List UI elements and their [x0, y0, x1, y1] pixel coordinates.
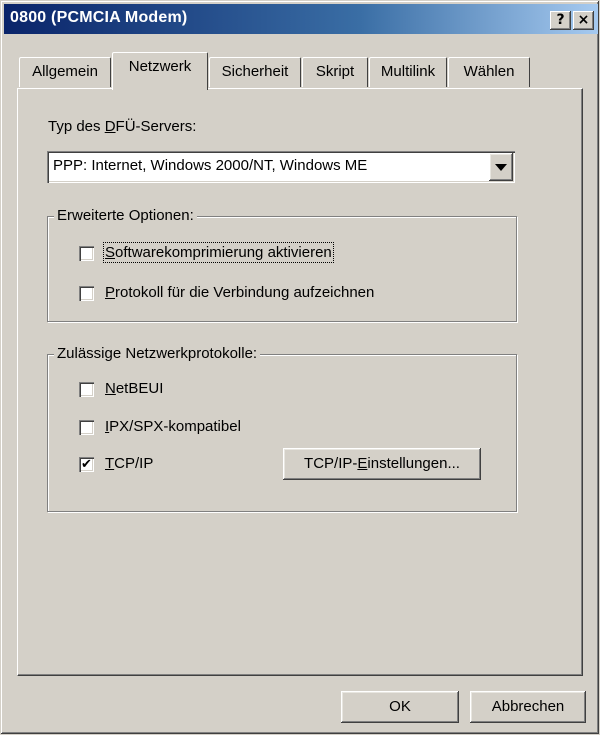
advanced-options-title: Erweiterte Optionen: [54, 207, 197, 224]
tab-netzwerk-label: Netzwerk [128, 58, 192, 75]
server-type-value: PPP: Internet, Windows 2000/NT, Windows … [53, 157, 368, 174]
tab-multilink[interactable]: Multilink [369, 57, 447, 87]
dialog-window: 0800 (PCMCIA Modem) ? × Allgemein Netzwe… [0, 0, 600, 735]
log-protocol-label[interactable]: Protokoll für die Verbindung aufzeichnen [105, 284, 374, 301]
help-button[interactable]: ? [550, 11, 571, 30]
dropdown-button[interactable] [489, 153, 513, 181]
ipx-spx-label[interactable]: IPX/SPX-kompatibel [105, 418, 241, 435]
server-type-label: Typ des DFÜ-Servers: [48, 118, 197, 135]
checkmark-icon: ✔ [81, 457, 92, 472]
ok-button[interactable]: OK [341, 691, 459, 723]
compression-checkbox[interactable] [79, 246, 94, 261]
window-title: 0800 (PCMCIA Modem) [10, 9, 188, 26]
tab-netzwerk[interactable]: Netzwerk [112, 52, 208, 90]
tcpip-settings-button[interactable]: TCP/IP-Einstellungen... [283, 448, 481, 480]
netbeui-label[interactable]: NetBEUI [105, 380, 163, 397]
protocols-title: Zulässige Netzwerkprotokolle: [54, 345, 261, 362]
cancel-button[interactable]: Abbrechen [470, 691, 586, 723]
tab-allgemein[interactable]: Allgemein [19, 57, 111, 87]
title-bar[interactable]: 0800 (PCMCIA Modem) ? × [4, 4, 598, 34]
netbeui-checkbox[interactable] [79, 382, 94, 397]
log-protocol-checkbox[interactable] [79, 286, 94, 301]
advanced-options-group: Erweiterte Optionen: [47, 207, 517, 322]
chevron-down-icon [495, 164, 507, 171]
tab-skript[interactable]: Skript [302, 57, 368, 87]
server-type-select[interactable]: PPP: Internet, Windows 2000/NT, Windows … [47, 151, 515, 183]
tab-sicherheit[interactable]: Sicherheit [209, 57, 301, 87]
close-button[interactable]: × [573, 11, 594, 30]
tab-waehlen[interactable]: Wählen [448, 57, 530, 87]
tcpip-checkbox[interactable]: ✔ [79, 457, 94, 472]
tcpip-label[interactable]: TCP/IP [105, 455, 153, 472]
ipx-spx-checkbox[interactable] [79, 420, 94, 435]
compression-label[interactable]: Softwarekomprimierung aktivieren [103, 242, 334, 263]
